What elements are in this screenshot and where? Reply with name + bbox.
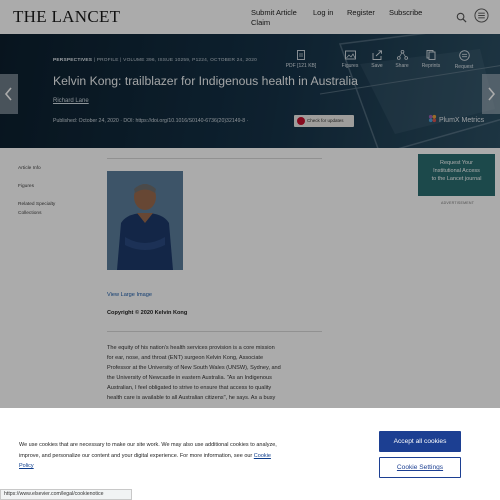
- cookie-settings-button[interactable]: Cookie Settings: [379, 457, 461, 478]
- cookie-policy-link-continued[interactable]: Policy: [19, 463, 34, 469]
- modal-backdrop: [0, 0, 500, 408]
- cookie-banner: We use cookies that are necessary to mak…: [0, 408, 500, 500]
- cookie-message: We use cookies that are necessary to mak…: [19, 440, 319, 472]
- cookie-text-line-1: We use cookies that are necessary to mak…: [19, 442, 277, 448]
- accept-all-cookies-button[interactable]: Accept all cookies: [379, 431, 461, 452]
- cookie-policy-link[interactable]: Cookie: [254, 453, 271, 459]
- browser-status-url: https://www.elsevier.com/legal/cookienot…: [0, 489, 132, 500]
- cookie-text-line-2: improve, and personalize our content and…: [19, 452, 253, 459]
